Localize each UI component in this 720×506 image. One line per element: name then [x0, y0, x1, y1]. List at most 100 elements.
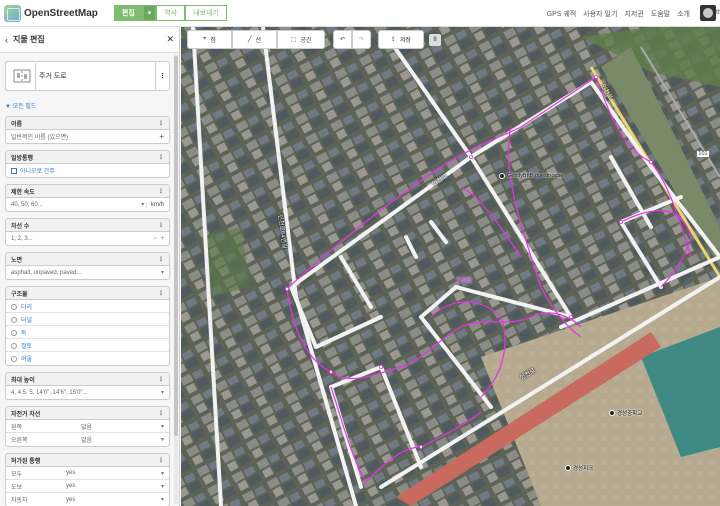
field-oneway: 일방통행 ⋮ 아니오로 간주: [5, 150, 170, 178]
sidebar-title: 지물 편집: [13, 35, 45, 44]
map-toolbar: ⌖ 점 ╱ 선 ⬚ 공간 ↶ ↷ ⇪ 저장 8: [187, 30, 441, 49]
mode-buttons: 편집 ▾ 역사 내보내기: [113, 5, 227, 21]
avatar[interactable]: [700, 5, 716, 21]
chevron-down-icon[interactable]: ▾: [161, 389, 164, 396]
upload-icon: ⇪: [390, 37, 396, 43]
chevron-left-icon[interactable]: ‹: [5, 35, 8, 45]
radio-icon: [11, 303, 17, 310]
field-menu-icon[interactable]: ⋮: [158, 154, 164, 161]
field-structure: 구조물 ⋮ 다리 터널 둑 절토 여울: [5, 286, 170, 366]
point-icon: ⌖: [203, 36, 207, 42]
preset-selector[interactable]: 주거 도로 ⋮: [5, 61, 170, 91]
osm-logo[interactable]: OpenStreetMap: [4, 4, 98, 22]
field-menu-icon[interactable]: ⋮: [158, 290, 164, 297]
history-button[interactable]: 역사: [156, 5, 186, 21]
chevron-down-icon[interactable]: ▾: [161, 423, 164, 430]
chevron-down-icon[interactable]: ▾: [161, 483, 164, 490]
field-menu-icon[interactable]: ⋮: [158, 376, 164, 383]
access-all-row[interactable]: 모두 yes ▾: [6, 467, 169, 480]
speed-unit-toggle[interactable]: km/h: [145, 202, 164, 208]
edit-count-badge: 8: [429, 33, 441, 46]
field-menu-icon[interactable]: ⋮: [158, 457, 164, 464]
add-area-button[interactable]: ⬚ 공간: [277, 30, 325, 49]
field-name: 이름 ⋮ 일반적인 이름 (있으면) +: [5, 116, 170, 144]
field-menu-icon[interactable]: ⋮: [158, 120, 164, 127]
save-button[interactable]: ⇪ 저장: [378, 30, 424, 49]
radio-icon: [11, 356, 17, 363]
scrollbar-thumb[interactable]: [174, 56, 178, 436]
structure-option-tunnel[interactable]: 터널: [6, 313, 169, 326]
structure-option-embankment[interactable]: 둑: [6, 326, 169, 339]
nav-about[interactable]: 소개: [677, 9, 690, 19]
feature-editor-sidebar: ‹ 지물 편집 ✕ 주거 도로 ⋮ ▼ 모든 필드 이름 ⋮ 일반적인 이름 (있…: [0, 27, 180, 506]
stepper-icon[interactable]: − +: [154, 236, 164, 242]
field-cycleway: 자전거 차선 ⋮ 왼쪽 없음 ▾ 오른쪽 없음 ▾: [5, 406, 170, 447]
field-menu-icon[interactable]: ⋮: [158, 410, 164, 417]
structure-option-ford[interactable]: 여울: [6, 352, 169, 365]
top-bar: OpenStreetMap 편집 ▾ 역사 내보내기 GPS 궤적 사용자 일기…: [0, 0, 720, 27]
poi-guesthouse[interactable]: GentlyBnB guesthouse: [499, 173, 563, 179]
undo-button[interactable]: ↶: [333, 30, 352, 49]
radio-icon: [11, 316, 17, 323]
all-fields-toggle[interactable]: ▼ 모든 필드: [5, 101, 174, 110]
chevron-down-icon[interactable]: ▾: [161, 269, 164, 276]
poi-school[interactable]: 경성중학교: [609, 409, 642, 417]
lanes-input[interactable]: 1, 2, 3... − +: [6, 232, 169, 245]
field-name-label: 이름: [11, 121, 23, 128]
preset-more-icon[interactable]: ⋮: [155, 62, 169, 90]
place-icon: [565, 465, 571, 471]
structure-option-cutting[interactable]: 절토: [6, 339, 169, 352]
edit-dropdown-button[interactable]: ▾: [142, 5, 157, 21]
edit-button[interactable]: 편집: [113, 5, 143, 21]
line-icon: ╱: [247, 37, 252, 43]
field-menu-icon[interactable]: ⋮: [158, 222, 164, 229]
name-input[interactable]: 일반적인 이름 (있으면) +: [6, 130, 169, 143]
access-foot-row[interactable]: 도보 yes ▾: [6, 480, 169, 493]
chevron-down-icon[interactable]: ▾: [141, 202, 144, 208]
surface-combo[interactable]: asphalt, unpaved, paved... ▾: [6, 266, 169, 279]
satellite-imagery: [181, 27, 720, 506]
nav-gps-traces[interactable]: GPS 궤적: [547, 9, 577, 19]
field-maxspeed: 제한 속도 ⋮ 40, 50, 60... ▾ km/h: [5, 184, 170, 212]
add-point-button[interactable]: ⌖ 점: [187, 30, 232, 49]
close-icon[interactable]: ✕: [166, 34, 174, 45]
chevron-down-icon[interactable]: ▾: [161, 496, 164, 503]
add-localized-name-icon[interactable]: +: [159, 132, 164, 141]
app-name: OpenStreetMap: [24, 7, 98, 19]
road-icon: [9, 62, 36, 90]
redo-button[interactable]: ↷: [352, 30, 371, 49]
user-name[interactable]: th: [716, 9, 720, 16]
field-lanes: 차선 수 ⋮ 1, 2, 3... − +: [5, 218, 170, 246]
osm-logo-icon: [4, 4, 21, 22]
export-button[interactable]: 내보내기: [185, 5, 227, 21]
chevron-down-icon[interactable]: ▾: [161, 436, 164, 443]
nav-links: GPS 궤적 사용자 일기 지저귄 도움말 소개: [547, 0, 690, 27]
oneway-checkbox[interactable]: 아니오로 간주: [6, 164, 169, 177]
nav-copyright[interactable]: 지저귄: [624, 9, 643, 19]
radio-icon: [11, 342, 17, 349]
field-surface: 노면 ⋮ asphalt, unpaved, paved... ▾: [5, 252, 170, 280]
school-icon: [609, 410, 615, 416]
sidebar-scrollbar[interactable]: [174, 54, 178, 504]
access-motor-row[interactable]: 자동차 yes ▾: [6, 493, 169, 506]
redo-icon: ↷: [358, 37, 365, 43]
field-menu-icon[interactable]: ⋮: [158, 256, 164, 263]
poi-peak[interactable]: 경성피크: [565, 464, 593, 472]
maxheight-combo[interactable]: 4, 4.5, 5, 14'0", 14'6", 15'0"... ▾: [6, 386, 169, 399]
cycleway-left-row[interactable]: 왼쪽 없음 ▾: [6, 420, 169, 433]
checkbox-icon: [11, 168, 17, 175]
structure-option-bridge[interactable]: 다리: [6, 300, 169, 313]
field-menu-icon[interactable]: ⋮: [158, 188, 164, 195]
undo-icon: ↶: [339, 37, 346, 43]
lodging-icon: [499, 173, 505, 179]
radio-icon: [11, 329, 17, 336]
cycleway-right-row[interactable]: 오른쪽 없음 ▾: [6, 433, 169, 446]
area-icon: ⬚: [290, 37, 297, 43]
map-canvas[interactable]: 인천로 인천로64번길 인천로 인천로 인천로 GentlyBnB guesth…: [181, 27, 720, 506]
chevron-down-icon[interactable]: ▾: [161, 470, 164, 477]
nav-help[interactable]: 도움말: [651, 9, 670, 19]
maxspeed-input[interactable]: 40, 50, 60... ▾ km/h: [6, 198, 169, 211]
nav-user-diaries[interactable]: 사용자 일기: [583, 9, 617, 19]
route-shield: 101: [696, 150, 710, 158]
add-line-button[interactable]: ╱ 선: [232, 30, 277, 49]
